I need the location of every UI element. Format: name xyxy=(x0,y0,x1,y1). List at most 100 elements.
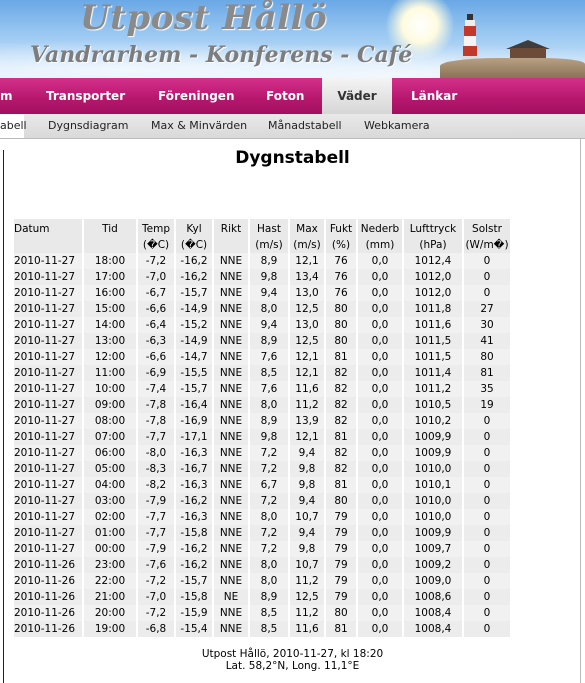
table-cell: 79 xyxy=(326,509,358,525)
table-cell: 9,4 xyxy=(290,493,326,509)
table-cell: 1010,0 xyxy=(404,509,464,525)
table-cell: 2010-11-27 xyxy=(14,525,84,541)
table-cell: 0,0 xyxy=(358,605,404,621)
table-cell: 8,9 xyxy=(250,333,290,349)
table-cell: 2010-11-26 xyxy=(14,621,84,637)
nav-item-lankar[interactable]: Länkar xyxy=(411,78,457,114)
table-cell: 82 xyxy=(326,461,358,477)
table-cell: 0 xyxy=(464,445,512,461)
table-cell: NNE xyxy=(214,557,250,573)
nav-item-foton[interactable]: Foton xyxy=(266,78,304,114)
subnav-item-webkamera[interactable]: Webkamera xyxy=(364,114,430,138)
subnav-item-max-min[interactable]: Max & Minvärden xyxy=(151,114,247,138)
table-cell: 0 xyxy=(464,413,512,429)
table-cell: -6,7 xyxy=(138,285,176,301)
table-cell: -7,8 xyxy=(138,413,176,429)
table-cell: 12,1 xyxy=(290,365,326,381)
table-cell: -6,6 xyxy=(138,349,176,365)
table-cell: 0,0 xyxy=(358,477,404,493)
table-cell: NNE xyxy=(214,285,250,301)
weather-table: Datum Tid Temp Kyl Rikt Hast Max Fukt Ne… xyxy=(14,219,512,637)
table-cell: 0,0 xyxy=(358,589,404,605)
table-cell: 0,0 xyxy=(358,525,404,541)
table-cell: 02:00 xyxy=(84,509,138,525)
table-cell: NNE xyxy=(214,573,250,589)
table-cell: 1011,2 xyxy=(404,381,464,397)
table-cell: -15,5 xyxy=(176,365,214,381)
column-header: Temp xyxy=(138,219,176,237)
table-cell: -7,2 xyxy=(138,573,176,589)
table-row: 2010-11-27 06:00 -8,0 -16,3 NNE 7,2 9,4 82 0,0 10… xyxy=(14,445,512,461)
table-cell: 2010-11-27 xyxy=(14,413,84,429)
table-cell: 2010-11-27 xyxy=(14,317,84,333)
table-cell: 07:00 xyxy=(84,429,138,445)
table-cell: 11,6 xyxy=(290,381,326,397)
table-cell: -16,2 xyxy=(176,269,214,285)
table-cell: NNE xyxy=(214,445,250,461)
column-header: Nederb xyxy=(358,219,404,237)
table-cell: -8,3 xyxy=(138,461,176,477)
table-cell: NNE xyxy=(214,317,250,333)
table-cell: 13,4 xyxy=(290,269,326,285)
table-cell: 9,8 xyxy=(290,461,326,477)
table-cell: 0 xyxy=(464,461,512,477)
table-row: 2010-11-27 05:00 -8,3 -16,7 NNE 7,2 9,8 82 0,0 10… xyxy=(14,461,512,477)
table-cell: 1008,6 xyxy=(404,589,464,605)
nav-item-partial[interactable]: m xyxy=(0,78,13,114)
table-row: 2010-11-27 16:00 -6,7 -15,7 NNE 9,4 13,0 76 0,0 1… xyxy=(14,285,512,301)
table-cell: 9,4 xyxy=(250,285,290,301)
unit-header xyxy=(14,237,84,253)
footer: Utpost Hållö, 2010-11-27, kl 18:20 Lat. … xyxy=(0,648,585,672)
lighthouse-icon xyxy=(462,14,478,64)
table-cell: 11,2 xyxy=(290,397,326,413)
table-cell: 2010-11-27 xyxy=(14,349,84,365)
table-cell: -14,7 xyxy=(176,349,214,365)
table-cell: 05:00 xyxy=(84,461,138,477)
table-cell: -16,2 xyxy=(176,493,214,509)
subnav-item-dygnstabell[interactable]: abell xyxy=(0,114,27,138)
table-cell: 0,0 xyxy=(358,349,404,365)
table-cell: 12:00 xyxy=(84,349,138,365)
table-cell: 12,1 xyxy=(290,429,326,445)
table-cell: 1012,0 xyxy=(404,269,464,285)
table-cell: 41 xyxy=(464,333,512,349)
table-cell: 27 xyxy=(464,301,512,317)
table-cell: 8,0 xyxy=(250,397,290,413)
nav-item-vader[interactable]: Väder xyxy=(322,78,392,114)
table-cell: -7,4 xyxy=(138,381,176,397)
table-cell: -8,2 xyxy=(138,477,176,493)
nav-item-foreningen[interactable]: Föreningen xyxy=(158,78,234,114)
table-cell: 1009,7 xyxy=(404,541,464,557)
table-cell: 09:00 xyxy=(84,397,138,413)
table-cell: 2010-11-26 xyxy=(14,557,84,573)
table-cell: -16,2 xyxy=(176,541,214,557)
table-cell: 1010,5 xyxy=(404,397,464,413)
table-cell: -14,9 xyxy=(176,301,214,317)
table-cell: 17:00 xyxy=(84,269,138,285)
table-cell: 2010-11-27 xyxy=(14,381,84,397)
table-row: 2010-11-27 15:00 -6,6 -14,9 NNE 8,0 12,5 80 0,0 1… xyxy=(14,301,512,317)
table-cell: 19:00 xyxy=(84,621,138,637)
subnav-item-manadstabell[interactable]: Månadstabell xyxy=(268,114,342,138)
table-cell: -7,2 xyxy=(138,605,176,621)
table-cell: 2010-11-26 xyxy=(14,589,84,605)
table-cell: NNE xyxy=(214,461,250,477)
table-cell: NNE xyxy=(214,349,250,365)
table-body: 2010-11-27 18:00 -7,2 -16,2 NNE 8,9 12,1 76 0,0 1… xyxy=(14,253,512,637)
nav-item-transporter[interactable]: Transporter xyxy=(46,78,125,114)
subnav-item-dygnsdiagram[interactable]: Dygnsdiagram xyxy=(48,114,128,138)
table-cell: 7,2 xyxy=(250,461,290,477)
table-cell: 82 xyxy=(326,413,358,429)
table-cell: 2010-11-27 xyxy=(14,541,84,557)
table-row: 2010-11-27 00:00 -7,9 -16,2 NNE 7,2 9,8 79 0,0 10… xyxy=(14,541,512,557)
table-cell: 9,8 xyxy=(250,429,290,445)
table-cell: 82 xyxy=(326,381,358,397)
table-cell: NE xyxy=(214,589,250,605)
table-cell: NNE xyxy=(214,381,250,397)
table-cell: 08:00 xyxy=(84,413,138,429)
table-cell: 8,9 xyxy=(250,253,290,269)
table-cell: 06:00 xyxy=(84,445,138,461)
table-cell: 13:00 xyxy=(84,333,138,349)
table-cell: 14:00 xyxy=(84,317,138,333)
table-cell: -7,2 xyxy=(138,253,176,269)
